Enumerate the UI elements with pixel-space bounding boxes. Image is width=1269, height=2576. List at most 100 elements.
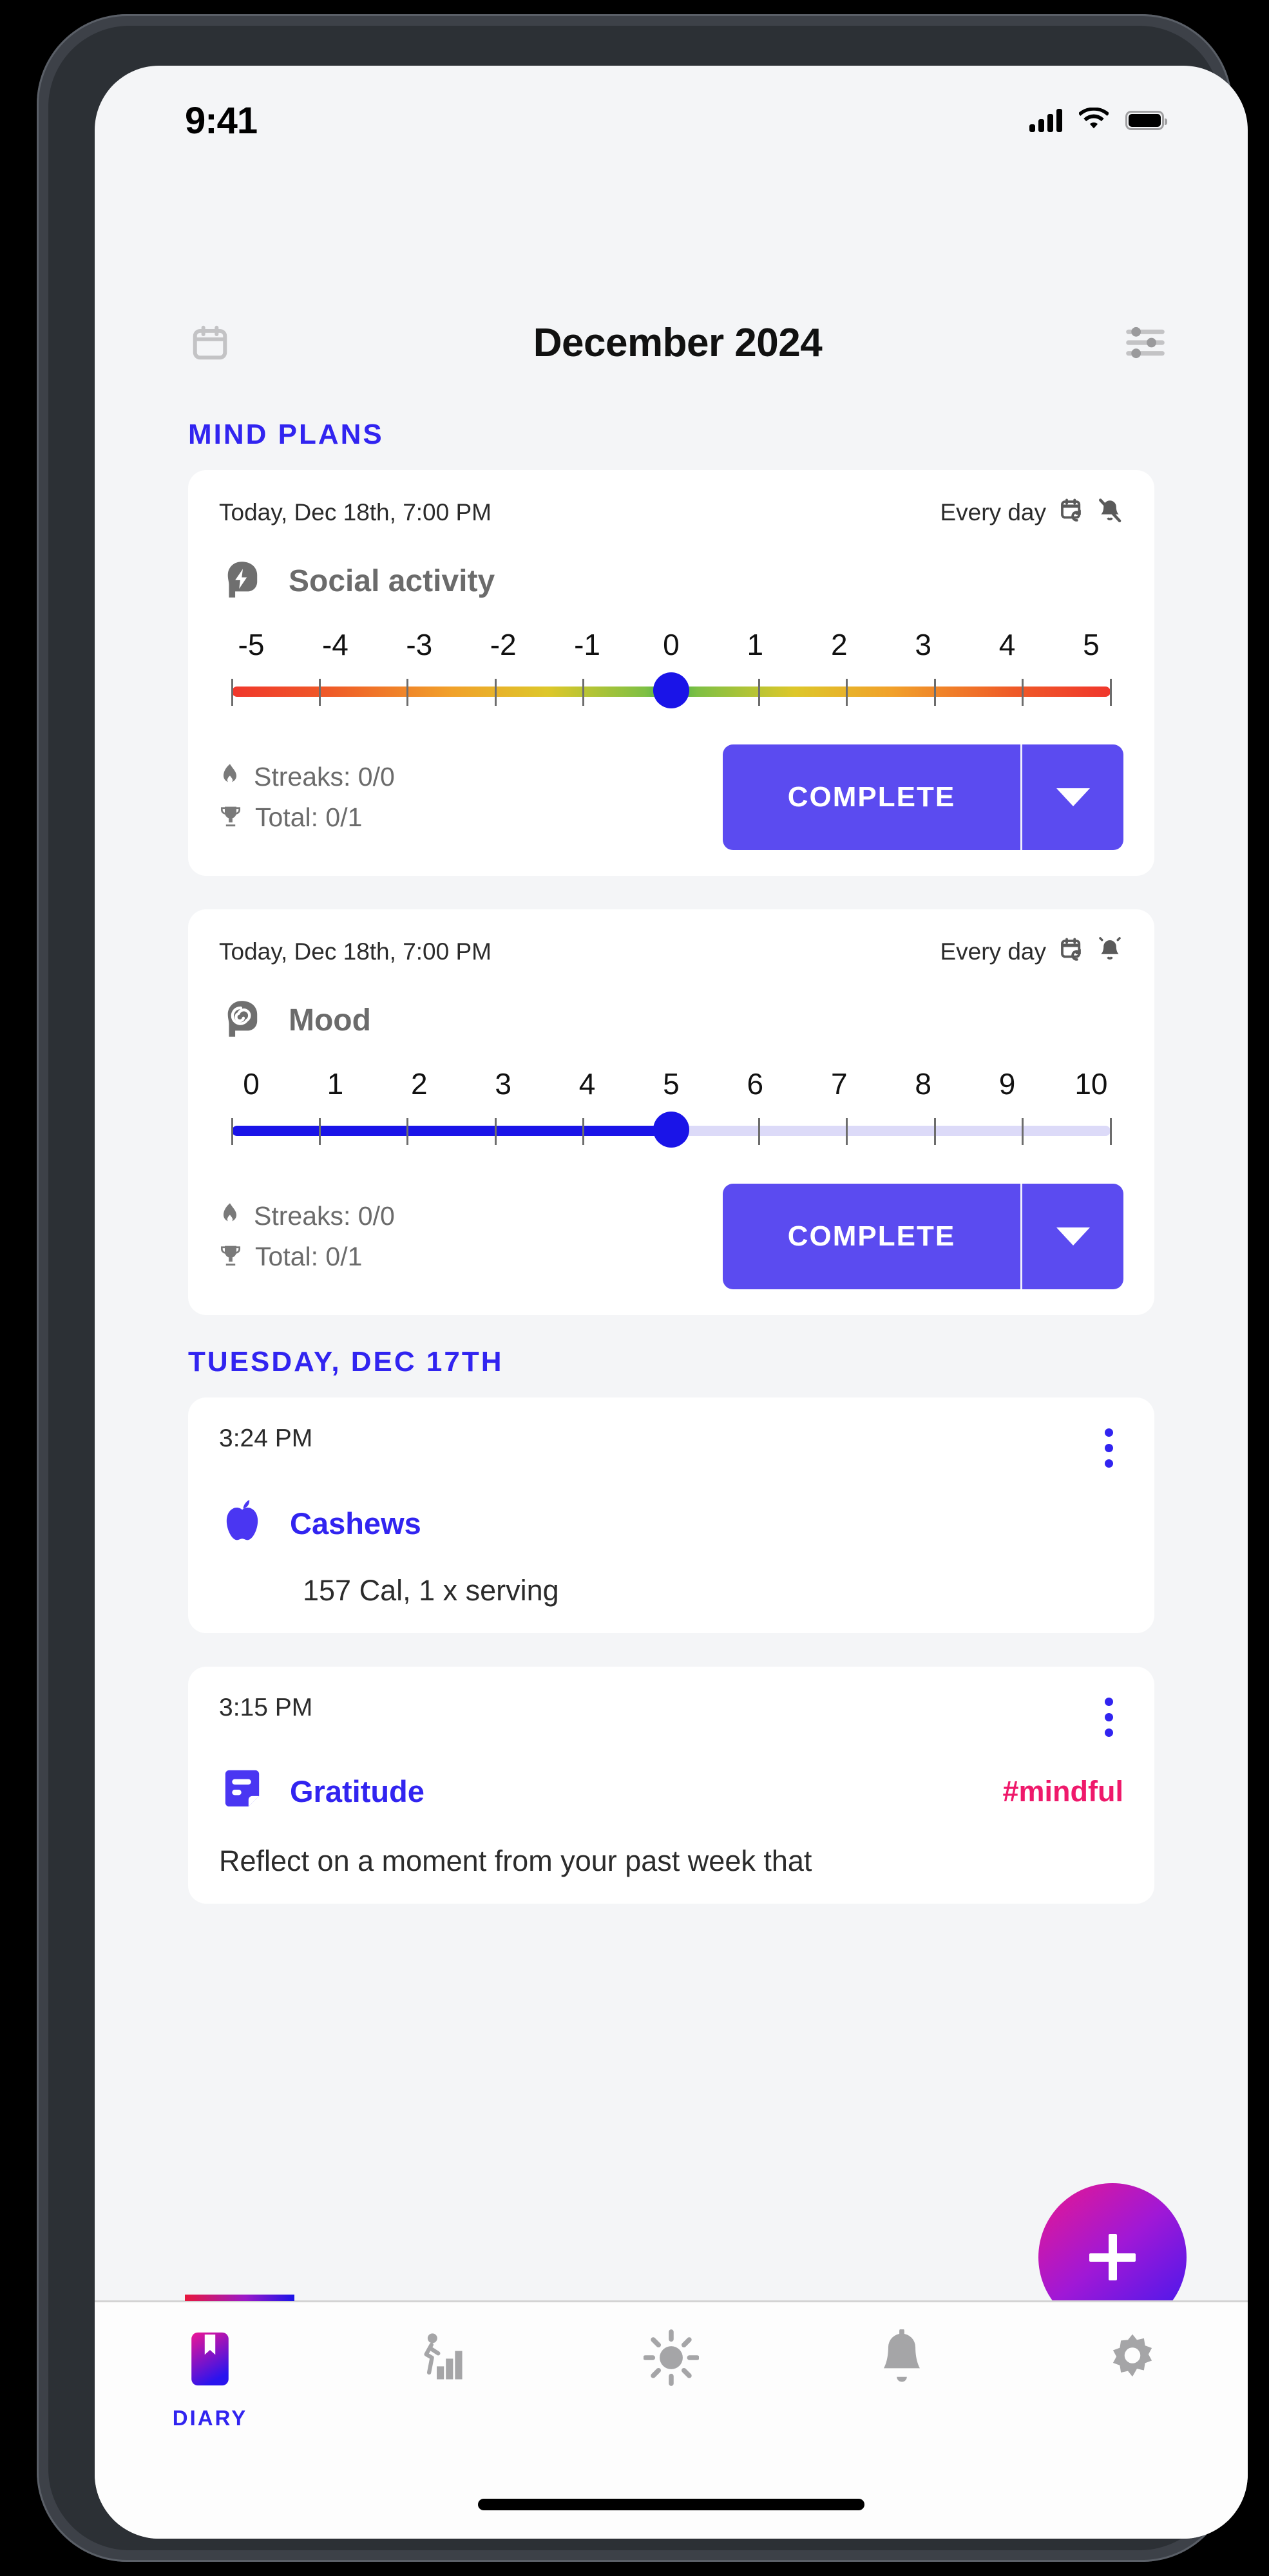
plan-schedule-label: Every day xyxy=(940,938,1046,965)
status-bar: 9:41 xyxy=(95,66,1248,162)
slider-tick-label: 5 xyxy=(1083,628,1100,661)
plan-card-footer: Streaks: 0/0 Total: 0/1 COMPLETE xyxy=(219,1184,1123,1289)
bell-off-icon[interactable] xyxy=(1096,497,1123,527)
slider-tick-label: 0 xyxy=(663,628,680,661)
plan-slider-social-activity[interactable]: -5 -4 -3 -2 -1 0 1 2 3 4 5 xyxy=(219,627,1123,714)
filter-sliders-icon[interactable] xyxy=(1120,317,1170,368)
plan-card-mood[interactable]: Today, Dec 18th, 7:00 PM Every day Mood … xyxy=(188,909,1154,1315)
home-indicator xyxy=(478,2499,864,2510)
bell-icon xyxy=(877,2328,927,2392)
slider-tick-label: -3 xyxy=(406,628,433,661)
kebab-menu-icon[interactable] xyxy=(1094,1694,1123,1741)
nav-item-diary[interactable]: DIARY xyxy=(95,2329,325,2430)
slider-tick-label: 4 xyxy=(578,1067,596,1101)
slider-tick-label: 10 xyxy=(1074,1067,1108,1101)
slider-tick-label: 5 xyxy=(663,1067,680,1101)
entry-time: 3:15 PM xyxy=(219,1694,313,1721)
streaks-label: Streaks: 0/0 xyxy=(254,1201,395,1231)
plan-card-header: Today, Dec 18th, 7:00 PM Every day xyxy=(219,936,1123,967)
flame-icon xyxy=(219,763,241,791)
page-title: December 2024 xyxy=(533,320,823,365)
entry-header: 3:15 PM xyxy=(219,1694,1123,1741)
total-label: Total: 0/1 xyxy=(255,802,363,832)
plan-slider-mood[interactable]: 0 1 2 3 4 5 6 7 8 9 10 xyxy=(219,1066,1123,1153)
slider-scale-labels: -5 -4 -3 -2 -1 0 1 2 3 4 5 xyxy=(232,627,1111,662)
streaks-label: Streaks: 0/0 xyxy=(254,762,395,791)
plan-card-social-activity[interactable]: Today, Dec 18th, 7:00 PM Every day Socia… xyxy=(188,470,1154,876)
plan-title-row: Social activity xyxy=(219,557,1123,605)
calendar-repeat-icon[interactable] xyxy=(1058,497,1085,527)
entry-time: 3:24 PM xyxy=(219,1425,313,1452)
nav-item-notifications[interactable] xyxy=(787,2328,1017,2406)
calendar-repeat-icon[interactable] xyxy=(1058,936,1085,967)
sun-brightness-icon xyxy=(643,2329,700,2389)
bell-on-icon[interactable] xyxy=(1096,936,1123,967)
nav-accent-bar xyxy=(185,2295,294,2301)
slider-tick-label: 4 xyxy=(998,628,1016,661)
app-header: December 2024 xyxy=(95,304,1248,381)
gear-icon xyxy=(1105,2329,1159,2389)
slider-track-area[interactable] xyxy=(231,672,1112,714)
complete-button[interactable]: COMPLETE xyxy=(723,744,1020,850)
slider-tick-label: 2 xyxy=(830,628,848,661)
complete-dropdown-button[interactable] xyxy=(1020,744,1123,850)
slider-tick-label: 3 xyxy=(495,1067,511,1101)
slider-tick-label: 9 xyxy=(998,1067,1016,1101)
entry-subtitle: 157 Cal, 1 x serving xyxy=(303,1574,559,1607)
plan-schedule-label: Every day xyxy=(940,498,1046,526)
total-label: Total: 0/1 xyxy=(255,1242,363,1271)
complete-button-group[interactable]: COMPLETE xyxy=(723,744,1123,850)
slider-tick-label: -4 xyxy=(321,628,348,661)
entry-title-row: Gratitude #mindful xyxy=(219,1766,1123,1816)
streaks-row: Streaks: 0/0 xyxy=(219,762,395,792)
plan-stats: Streaks: 0/0 Total: 0/1 xyxy=(219,1201,395,1272)
slider-tick-label: 6 xyxy=(747,1067,764,1101)
diary-entry-cashews[interactable]: 3:24 PM Cashews 157 Cal, 1 x serving xyxy=(188,1397,1154,1633)
nav-item-progress[interactable] xyxy=(325,2329,556,2403)
head-lightning-icon xyxy=(219,557,264,605)
note-icon xyxy=(219,1766,265,1816)
section-header-mind-plans: MIND PLANS xyxy=(188,419,384,450)
diary-entry-gratitude[interactable]: 3:15 PM Gratitude #mindful Reflect on a … xyxy=(188,1667,1154,1904)
slider-tick-label: 1 xyxy=(327,1067,344,1101)
entry-title: Gratitude xyxy=(290,1774,425,1808)
slider-thumb[interactable] xyxy=(653,1112,689,1148)
status-time: 9:41 xyxy=(185,99,258,142)
plan-schedule: Every day xyxy=(940,497,1123,527)
slider-scale-labels: 0 1 2 3 4 5 6 7 8 9 10 xyxy=(232,1066,1111,1101)
calendar-icon[interactable] xyxy=(185,317,235,368)
scroll-content[interactable]: MIND PLANS Today, Dec 18th, 7:00 PM Ever… xyxy=(95,388,1248,2384)
nav-item-brightness[interactable] xyxy=(556,2329,787,2403)
plan-date: Today, Dec 18th, 7:00 PM xyxy=(219,498,491,526)
slider-tick-label: -2 xyxy=(490,628,517,661)
entry-tag[interactable]: #mindful xyxy=(1003,1775,1124,1808)
slider-tick-label: 2 xyxy=(410,1067,428,1101)
complete-dropdown-button[interactable] xyxy=(1020,1184,1123,1289)
entry-body: Reflect on a moment from your past week … xyxy=(219,1844,812,1877)
phone-screen: 9:41 December 2024 MIND PLANS Today, Dec… xyxy=(95,66,1248,2539)
wifi-icon xyxy=(1078,107,1110,134)
chevron-down-icon xyxy=(1056,788,1090,806)
kebab-menu-icon[interactable] xyxy=(1094,1425,1123,1472)
plan-stats: Streaks: 0/0 Total: 0/1 xyxy=(219,762,395,833)
total-row: Total: 0/1 xyxy=(219,802,395,833)
bookmark-icon xyxy=(186,2329,234,2392)
plan-card-header: Today, Dec 18th, 7:00 PM Every day xyxy=(219,497,1123,527)
nav-item-settings[interactable] xyxy=(1017,2329,1248,2403)
section-header-tuesday: TUESDAY, DEC 17TH xyxy=(188,1346,504,1378)
slider-tick-label: 0 xyxy=(243,1067,260,1101)
complete-button[interactable]: COMPLETE xyxy=(723,1184,1020,1289)
cellular-signal-icon xyxy=(1029,109,1062,132)
nav-label-diary: DIARY xyxy=(172,2406,248,2430)
status-icons xyxy=(1029,107,1167,134)
chevron-down-icon xyxy=(1056,1227,1090,1245)
slider-tick-label: -1 xyxy=(574,628,601,661)
complete-button-group[interactable]: COMPLETE xyxy=(723,1184,1123,1289)
slider-tick-label: 1 xyxy=(747,628,764,661)
plan-title: Social activity xyxy=(289,564,495,598)
slider-tick-label: -5 xyxy=(238,628,265,661)
slider-tick-label: 3 xyxy=(915,628,931,661)
slider-track-area[interactable] xyxy=(231,1112,1112,1153)
slider-thumb[interactable] xyxy=(653,672,689,708)
battery-icon xyxy=(1125,111,1167,130)
